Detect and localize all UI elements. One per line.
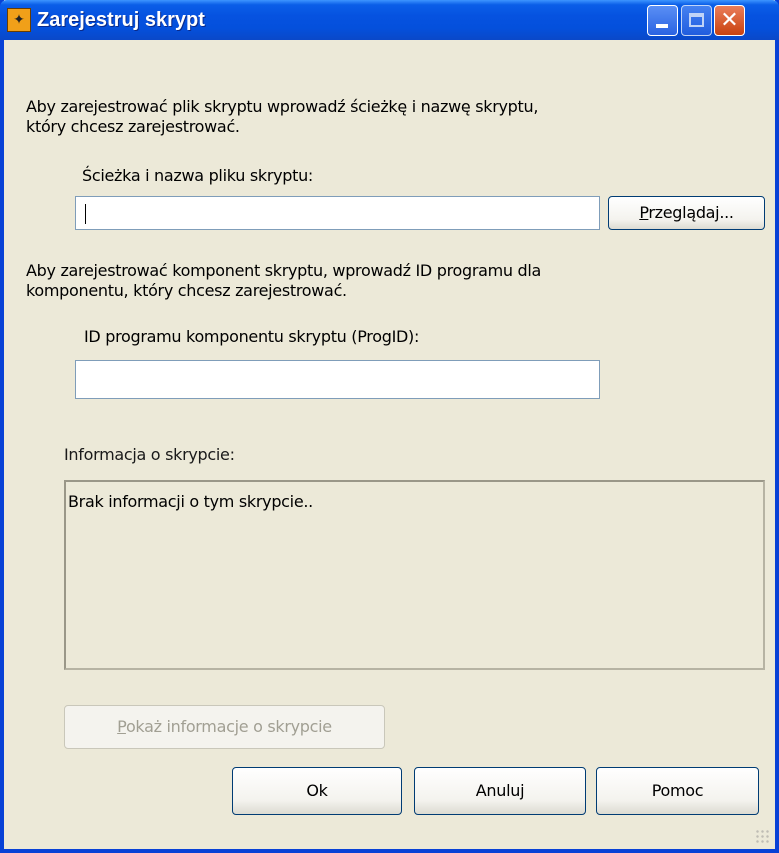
resize-grip-icon[interactable] bbox=[755, 829, 769, 843]
window-title: Zarejestruj skrypt bbox=[37, 9, 205, 31]
close-icon: ✕ bbox=[720, 8, 739, 33]
ok-button[interactable]: Ok bbox=[232, 767, 402, 815]
component-instruction-line1: Aby zarejestrować komponent skryptu, wpr… bbox=[26, 261, 542, 280]
maximize-button[interactable] bbox=[681, 5, 712, 36]
text-caret bbox=[85, 204, 86, 224]
help-button[interactable]: Pomoc bbox=[596, 767, 759, 815]
show-script-info-button[interactable]: Pokaż informacje o skrypcie bbox=[64, 705, 385, 749]
script-file-instruction-line2: który chcesz zarejestrować. bbox=[26, 117, 240, 136]
cancel-button[interactable]: Anuluj bbox=[414, 767, 586, 815]
show-info-mnemonic: P bbox=[117, 717, 126, 736]
register-script-dialog: ✦ Zarejestruj skrypt ✕ Aby zarejestrować… bbox=[0, 0, 779, 853]
script-path-label: Ścieżka i nazwa pliku skryptu: bbox=[82, 166, 314, 185]
minimize-button[interactable] bbox=[647, 5, 678, 36]
script-info-box: Brak informacji o tym skrypcie.. bbox=[64, 480, 765, 670]
script-info-text: Brak informacji o tym skrypcie.. bbox=[68, 492, 313, 511]
close-button[interactable]: ✕ bbox=[714, 5, 745, 36]
title-bar[interactable]: ✦ Zarejestruj skrypt ✕ bbox=[0, 0, 779, 40]
browse-button-label: rzeglądaj... bbox=[648, 203, 734, 222]
script-path-input[interactable] bbox=[75, 196, 600, 230]
script-app-icon: ✦ bbox=[7, 8, 31, 32]
script-file-instruction-line1: Aby zarejestrować plik skryptu wprowadź … bbox=[26, 97, 539, 116]
minimize-icon bbox=[656, 24, 668, 28]
component-instruction-line2: komponentu, który chcesz zarejestrować. bbox=[26, 281, 347, 300]
show-script-info-label: okaż informacje o skrypcie bbox=[125, 717, 332, 736]
maximize-icon bbox=[689, 13, 704, 27]
progid-label: ID programu komponentu skryptu (ProgID): bbox=[84, 327, 420, 346]
browse-button[interactable]: Przeglądaj... bbox=[608, 196, 765, 230]
script-info-label: Informacja o skrypcie: bbox=[64, 445, 235, 464]
progid-input[interactable] bbox=[75, 360, 600, 399]
